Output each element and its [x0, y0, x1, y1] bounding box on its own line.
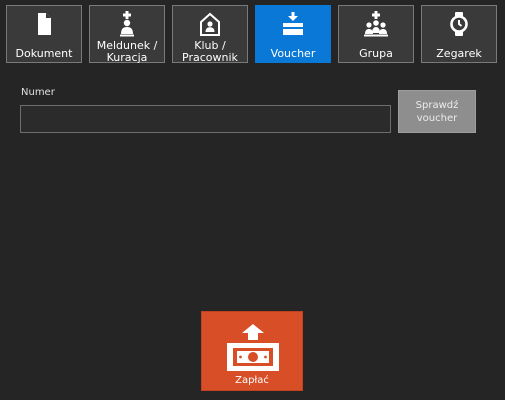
check-voucher-button[interactable]: Sprawdź voucher [398, 90, 476, 133]
voucher-icon [283, 12, 303, 35]
tab-klub-pracownik[interactable]: Klub / Pracownik [172, 5, 248, 64]
tab-zegarek[interactable]: Zegarek [421, 5, 497, 63]
tab-meldunek-kuracja[interactable]: Meldunek / Kuracja [89, 5, 165, 64]
tab-voucher[interactable]: Voucher [255, 5, 331, 63]
pay-button-label: Zapłać [235, 375, 269, 386]
tab-voucher-label: Voucher [270, 47, 316, 60]
document-icon [38, 13, 51, 35]
tab-klub-pracownik-label: Klub / Pracownik [182, 39, 238, 64]
tab-dokument-label: Dokument [15, 47, 73, 60]
pay-money-icon [227, 324, 279, 371]
tab-grupa[interactable]: Grupa [338, 5, 414, 63]
person-check-in-icon [120, 11, 134, 37]
numer-input[interactable] [20, 105, 391, 133]
tab-zegarek-label: Zegarek [436, 47, 482, 60]
group-icon [364, 11, 388, 37]
tab-meldunek-kuracja-label: Meldunek / Kuracja [96, 39, 158, 64]
house-person-icon [200, 12, 220, 36]
pay-button[interactable]: Zapłać [201, 311, 303, 391]
watch-icon [450, 12, 468, 36]
numer-label: Numer [21, 87, 55, 98]
tab-grupa-label: Grupa [359, 47, 393, 60]
tab-dokument[interactable]: Dokument [6, 5, 82, 63]
